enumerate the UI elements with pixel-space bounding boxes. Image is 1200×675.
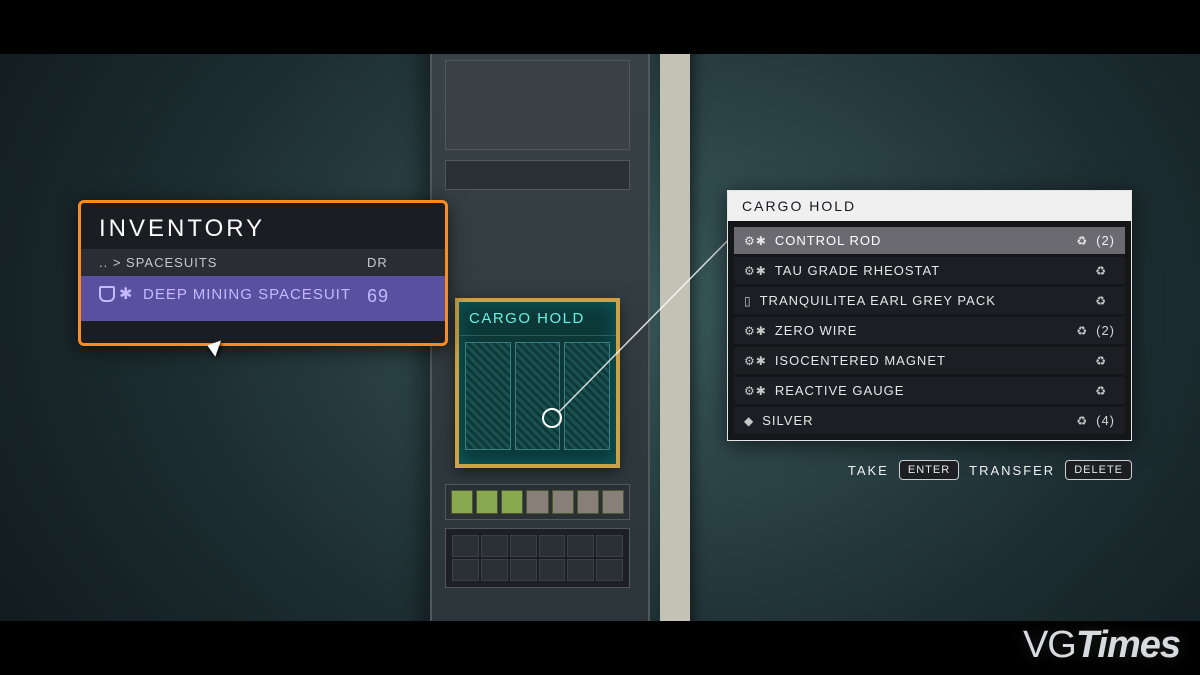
shield-icon [99, 286, 115, 302]
rack-panel-grid [445, 528, 630, 588]
rack-panel [445, 160, 630, 190]
inventory-stat-header: DR [367, 255, 427, 270]
item-type-icon: ⚙✱ [744, 264, 767, 278]
item-type-icon: ⚙✱ [744, 354, 767, 368]
cargo-item[interactable]: ⚙✱ TAU GRADE RHEOSTAT ♻ [734, 257, 1125, 284]
take-action-label: TAKE [848, 463, 889, 478]
cargo-item-name: SILVER [762, 413, 1068, 428]
item-type-icon: ◆ [744, 414, 754, 428]
item-type-icon: ⚙✱ [744, 324, 767, 338]
inventory-panel: INVENTORY .. > SPACESUITS DR DEEP MINING… [78, 200, 448, 346]
cargo-item-name: TAU GRADE RHEOSTAT [775, 263, 1087, 278]
cargo-item-qty: (2) [1096, 233, 1115, 248]
transfer-action-key[interactable]: DELETE [1065, 460, 1132, 480]
cargo-item-name: TRANQUILITEA EARL GREY PACK [760, 293, 1088, 308]
spacesuit-icon [119, 286, 135, 302]
recycle-icon: ♻ [1076, 234, 1088, 248]
transfer-action-label: TRANSFER [969, 463, 1055, 478]
watermark: VGTimes [1023, 624, 1180, 667]
cargo-item-name: REACTIVE GAUGE [775, 383, 1087, 398]
cargo-hold-title: CARGO HOLD [728, 191, 1131, 221]
inventory-title: INVENTORY [99, 215, 427, 243]
cargo-item-qty: (4) [1096, 413, 1115, 428]
cargo-item-name: ISOCENTERED MAGNET [775, 353, 1087, 368]
cargo-item[interactable]: ▯ TRANQUILITEA EARL GREY PACK ♻ [734, 287, 1125, 314]
letterbox-top [0, 0, 1200, 54]
cargo-item[interactable]: ◆ SILVER ♻ (4) [734, 407, 1125, 434]
take-action-key[interactable]: ENTER [899, 460, 959, 480]
inventory-item-dr: 69 [367, 286, 427, 307]
recycle-icon: ♻ [1076, 324, 1088, 338]
item-type-icon: ▯ [744, 294, 752, 308]
inventory-breadcrumb[interactable]: .. > SPACESUITS [99, 255, 367, 270]
cargo-item[interactable]: ⚙✱ ISOCENTERED MAGNET ♻ [734, 347, 1125, 374]
recycle-icon: ♻ [1095, 294, 1107, 308]
recycle-icon: ♻ [1095, 384, 1107, 398]
recycle-icon: ♻ [1095, 264, 1107, 278]
cargo-item[interactable]: ⚙✱ ZERO WIRE ♻ (2) [734, 317, 1125, 344]
cargo-item[interactable]: ⚙✱ CONTROL ROD ♻ (2) [734, 227, 1125, 254]
recycle-icon: ♻ [1076, 414, 1088, 428]
cargo-item-name: CONTROL ROD [775, 233, 1069, 248]
inventory-item-selected[interactable]: DEEP MINING SPACESUIT 69 [81, 276, 445, 321]
cargo-item-name: ZERO WIRE [775, 323, 1069, 338]
cargo-item[interactable]: ⚙✱ REACTIVE GAUGE ♻ [734, 377, 1125, 404]
recycle-icon: ♻ [1095, 354, 1107, 368]
rack-panel-buttons [445, 484, 630, 520]
cargo-item-qty: (2) [1096, 323, 1115, 338]
inventory-item-name: DEEP MINING SPACESUIT [143, 286, 351, 304]
letterbox-bottom [0, 621, 1200, 675]
pointer-line [558, 225, 743, 413]
item-type-icon: ⚙✱ [744, 234, 767, 248]
cargo-hold-panel: CARGO HOLD ⚙✱ CONTROL ROD ♻ (2) ⚙✱ TAU GRADE… [727, 190, 1132, 441]
item-type-icon: ⚙✱ [744, 384, 767, 398]
inventory-columns: .. > SPACESUITS DR [81, 249, 445, 276]
action-bar: TAKE ENTER TRANSFER DELETE [848, 460, 1132, 480]
rack-panel [445, 60, 630, 150]
